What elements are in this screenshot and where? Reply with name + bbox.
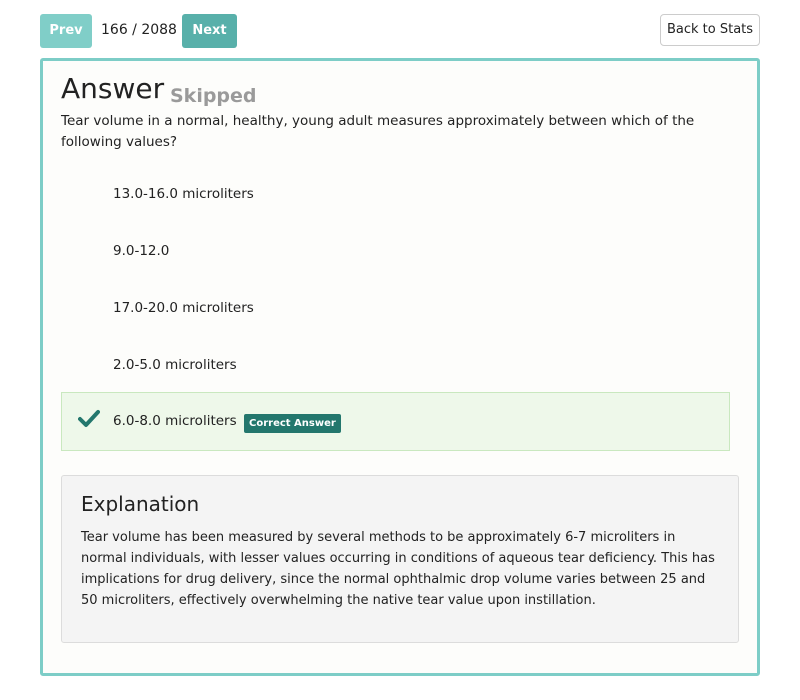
- next-button[interactable]: Next: [182, 14, 237, 48]
- back-to-stats-button[interactable]: Back to Stats: [660, 14, 760, 46]
- answer-heading: Answer: [61, 72, 165, 105]
- correct-answer-badge: Correct Answer: [244, 414, 341, 433]
- correct-answer-label: 6.0-8.0 microliters: [113, 413, 237, 429]
- answer-option: 9.0-12.0: [113, 243, 170, 259]
- prev-button[interactable]: Prev: [40, 14, 92, 48]
- question-counter: 166 / 2088: [101, 22, 177, 38]
- answer-option: 17.0-20.0 microliters: [113, 300, 254, 316]
- explanation-box: Explanation Tear volume has been measure…: [61, 475, 739, 643]
- answer-panel: Answer Skipped Tear volume in a normal, …: [40, 58, 760, 676]
- checkmark-icon: [78, 410, 100, 427]
- correct-answer-option: 6.0-8.0 microliters Correct Answer: [61, 392, 730, 451]
- status-label: Skipped: [170, 85, 257, 107]
- answer-option: 2.0-5.0 microliters: [113, 357, 237, 373]
- navigation-bar: Prev 166 / 2088 Next Back to Stats: [40, 14, 760, 48]
- explanation-heading: Explanation: [81, 492, 200, 516]
- explanation-text: Tear volume has been measured by several…: [81, 530, 715, 608]
- question-text: Tear volume in a normal, healthy, young …: [61, 113, 695, 150]
- answer-option: 13.0-16.0 microliters: [113, 186, 254, 202]
